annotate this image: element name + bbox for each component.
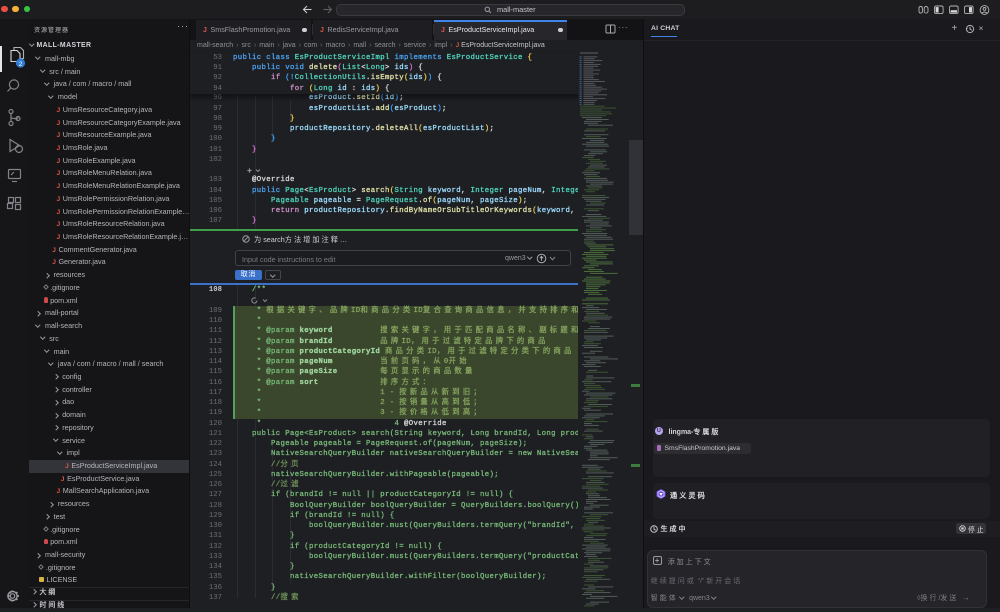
svg-text:2: 2 [19, 61, 23, 68]
